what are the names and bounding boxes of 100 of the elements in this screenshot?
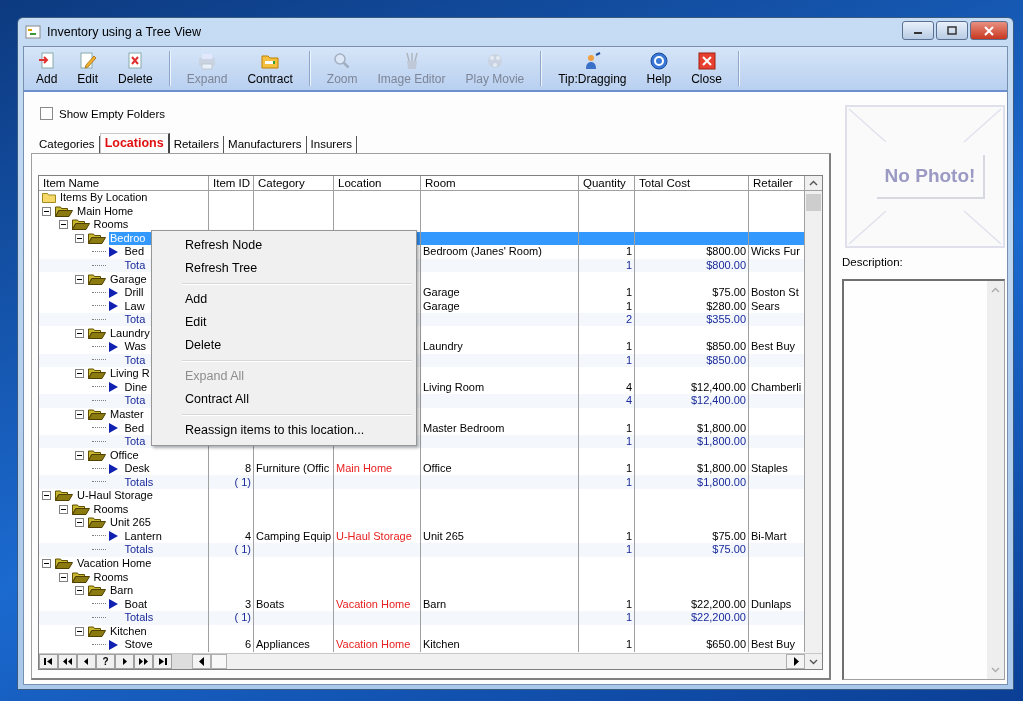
menu-item[interactable]: Reassign items to this location...	[154, 419, 414, 442]
minus-box-icon[interactable]	[75, 328, 84, 338]
table-cell: Wicks Fur	[751, 245, 800, 259]
toolbar-button[interactable]: Close	[681, 47, 732, 90]
column-header[interactable]: Item ID	[209, 176, 254, 190]
column-header[interactable]: Location	[334, 176, 421, 190]
tree-item[interactable]: Rooms	[92, 218, 130, 232]
table-cell: $800.00	[706, 259, 746, 272]
minus-box-icon[interactable]	[75, 369, 84, 379]
tree-item[interactable]: Tota	[123, 259, 147, 272]
tree-item[interactable]: Totals	[123, 543, 155, 557]
tree-item[interactable]: Master	[109, 408, 145, 421]
tree-item[interactable]: Law	[123, 299, 146, 313]
menu-item[interactable]: Refresh Node	[154, 234, 414, 257]
tree-item[interactable]: Tota	[123, 353, 147, 367]
tree-item[interactable]: Office	[109, 448, 140, 462]
tree-item[interactable]: Tota	[123, 313, 147, 327]
scroll-up-icon[interactable]	[809, 180, 818, 186]
toolbar-button[interactable]: Delete	[108, 47, 163, 90]
close-button[interactable]	[970, 21, 1008, 40]
column-header[interactable]: Category	[254, 176, 334, 190]
toolbar-button[interactable]: Edit	[67, 47, 109, 90]
tree-item[interactable]: Tota	[123, 394, 147, 408]
minus-box-icon[interactable]	[75, 410, 84, 419]
tree-item[interactable]: Unit 265	[109, 516, 152, 530]
scroll-left-icon[interactable]	[198, 657, 205, 666]
navigator-button[interactable]	[39, 654, 58, 669]
tree-item[interactable]: Rooms	[92, 502, 130, 516]
tab[interactable]: Insurers	[306, 136, 358, 153]
navigator-button[interactable]	[153, 654, 172, 669]
tab[interactable]: Manufacturers	[224, 136, 307, 153]
navigator-button[interactable]	[77, 654, 96, 669]
tree-item[interactable]: Was	[123, 340, 148, 354]
tree-item[interactable]: Bed	[123, 245, 146, 259]
tree-item[interactable]: Tota	[123, 435, 147, 449]
navigator-button[interactable]: ?	[96, 654, 115, 669]
tree-item[interactable]: Drill	[123, 286, 145, 300]
tab[interactable]: Retailers	[169, 136, 225, 153]
table-cell: 4	[625, 394, 632, 408]
minimize-button[interactable]	[902, 21, 934, 40]
tree-item[interactable]: Totals	[123, 611, 155, 625]
horizontal-scrollbar[interactable]	[172, 654, 805, 669]
minus-box-icon[interactable]	[42, 206, 51, 216]
tree-item[interactable]: Dine	[123, 380, 149, 394]
scroll-thumb[interactable]	[211, 654, 227, 669]
minus-box-icon[interactable]	[42, 491, 51, 501]
scroll-thumb[interactable]	[806, 194, 821, 211]
tree-item[interactable]: Barn	[109, 584, 135, 598]
scroll-right-icon[interactable]	[792, 657, 799, 666]
open-folder-icon	[88, 449, 106, 461]
tree-item[interactable]: Bed	[123, 421, 146, 435]
minus-box-icon[interactable]	[58, 220, 68, 230]
tree-item[interactable]: Items By Location	[59, 191, 149, 205]
minus-box-icon[interactable]	[75, 274, 84, 284]
tab[interactable]: Categories	[35, 136, 100, 153]
scroll-down-icon[interactable]	[809, 658, 818, 665]
tree-item[interactable]: Rooms	[92, 570, 130, 584]
tree-item[interactable]: Lantern	[123, 529, 163, 543]
menu-item[interactable]: Refresh Tree	[154, 257, 414, 280]
navigator-button[interactable]	[58, 654, 77, 669]
tree-item[interactable]: Living R	[109, 367, 151, 381]
column-header[interactable]: Total Cost	[635, 176, 749, 190]
toolbar-button[interactable]: Tip:Dragging	[548, 47, 637, 90]
toolbar-button[interactable]: Add	[26, 47, 68, 90]
tab[interactable]: Locations	[99, 133, 170, 153]
minus-box-icon[interactable]	[75, 518, 84, 528]
maximize-button[interactable]	[936, 21, 968, 40]
minus-box-icon[interactable]	[75, 626, 84, 636]
menu-item[interactable]: Add	[154, 288, 414, 311]
toolbar-button[interactable]: Contract	[237, 47, 303, 90]
tree-item[interactable]: Desk	[123, 462, 151, 476]
navigator-button[interactable]	[115, 654, 134, 669]
menu-item[interactable]: Contract All	[154, 388, 414, 411]
column-header[interactable]: Room	[421, 176, 579, 190]
tree-item[interactable]: Stove	[123, 638, 154, 652]
tree-item[interactable]: Main Home	[76, 204, 135, 218]
minus-box-icon[interactable]	[75, 233, 84, 243]
tree-item[interactable]: Laundry	[109, 326, 151, 340]
tree-item[interactable]: Kitchen	[109, 624, 148, 638]
column-header[interactable]: Item Name	[39, 176, 209, 190]
tree-item[interactable]: Garage	[109, 272, 148, 286]
vertical-scrollbar[interactable]	[805, 191, 822, 653]
tree-item[interactable]: Boat	[123, 597, 149, 611]
minus-box-icon[interactable]	[75, 586, 84, 596]
close-icon	[984, 25, 994, 36]
menu-item[interactable]: Delete	[154, 334, 414, 357]
minus-box-icon[interactable]	[58, 504, 68, 514]
tree-item[interactable]: Totals	[123, 475, 155, 489]
column-header[interactable]: Quantity	[579, 176, 635, 190]
navigator-button[interactable]	[134, 654, 153, 669]
triangle-icon	[108, 531, 118, 542]
menu-item[interactable]: Edit	[154, 311, 414, 334]
tree-item[interactable]: U-Haul Storage	[76, 489, 154, 503]
minus-box-icon[interactable]	[58, 572, 68, 582]
minus-box-icon[interactable]	[75, 450, 84, 460]
toolbar-button[interactable]: Help	[636, 47, 682, 90]
tree-item[interactable]: Vacation Home	[76, 557, 153, 571]
table-cell: Chamberli	[751, 380, 802, 394]
checkbox[interactable]	[40, 107, 53, 120]
minus-box-icon[interactable]	[42, 559, 51, 569]
